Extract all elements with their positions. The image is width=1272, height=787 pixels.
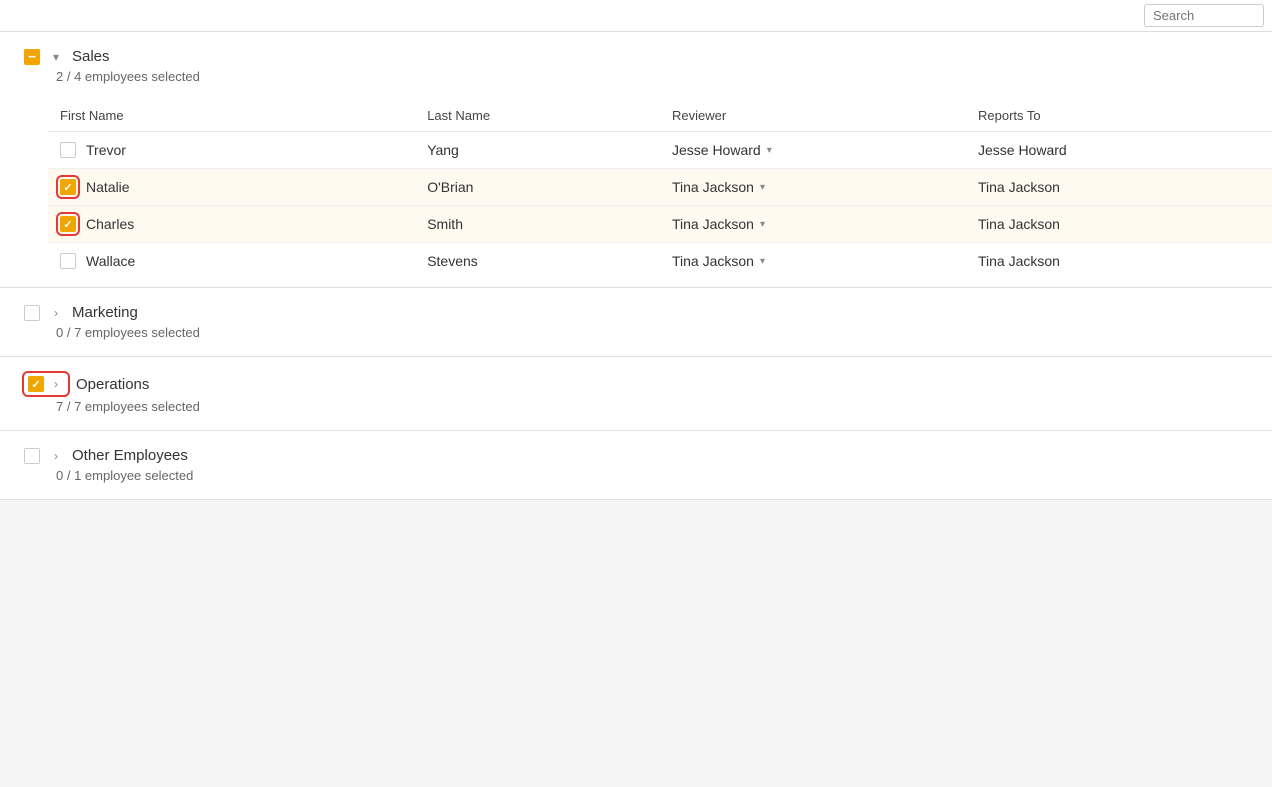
table-row: Wallace Stevens Tina Jackson ▾ Tina Jack… [48,243,1272,280]
marketing-subtitle: 0 / 7 employees selected [0,325,1272,356]
section-marketing: › Marketing 0 / 7 employees selected [0,288,1272,357]
other-chevron-icon[interactable]: › [48,448,64,464]
col-header-reviewer: Reviewer [660,100,966,132]
section-operations-header: › Operations [0,357,1272,399]
operations-checkbox[interactable] [28,376,44,392]
operations-title: Operations [76,376,149,393]
col-header-firstname: First Name [48,100,415,132]
section-sales-header: ▾ Sales [0,32,1272,69]
marketing-chevron-icon[interactable]: › [48,305,64,321]
employee-firstname-cell: Natalie [48,169,415,206]
employee-reportsto: Tina Jackson [966,243,1272,280]
employee-firstname: Natalie [86,179,130,195]
section-marketing-header: › Marketing [0,288,1272,325]
table-header-row: First Name Last Name Reviewer Reports To [48,100,1272,132]
employee-reviewer: Tina Jackson ▾ [660,206,966,243]
other-subtitle: 0 / 1 employee selected [0,468,1272,499]
employee-lastname: Stevens [415,243,660,280]
other-title: Other Employees [72,447,188,464]
employee-firstname-cell: Wallace [48,243,415,280]
trevor-checkbox[interactable] [60,142,76,158]
natalie-checkbox[interactable] [60,179,76,195]
employee-reportsto: Tina Jackson [966,169,1272,206]
sales-checkbox[interactable] [24,49,40,65]
col-header-reportsto: Reports To [966,100,1272,132]
other-checkbox[interactable] [24,448,40,464]
section-other-header: › Other Employees [0,431,1272,468]
marketing-checkbox[interactable] [24,305,40,321]
employee-lastname: Smith [415,206,660,243]
sales-chevron-icon[interactable]: ▾ [48,49,64,65]
employee-reviewer: Jesse Howard ▾ [660,132,966,169]
sales-subtitle: 2 / 4 employees selected [0,69,1272,100]
reviewer-dropdown-icon[interactable]: ▾ [760,182,765,193]
employee-reviewer: Tina Jackson ▾ [660,169,966,206]
employee-firstname: Charles [86,216,134,232]
search-input[interactable] [1144,4,1264,27]
reviewer-dropdown-icon[interactable]: ▾ [760,256,765,267]
page-container: ▾ Sales 2 / 4 employees selected First N… [0,0,1272,787]
operations-subtitle: 7 / 7 employees selected [0,399,1272,430]
sales-title: Sales [72,48,110,65]
employee-lastname: Yang [415,132,660,169]
sales-table: First Name Last Name Reviewer Reports To… [48,100,1272,279]
employee-lastname: O'Brian [415,169,660,206]
operations-chevron-icon[interactable]: › [48,376,64,392]
sales-table-wrapper: First Name Last Name Reviewer Reports To… [0,100,1272,279]
operations-highlight-group: › [24,373,68,395]
charles-checkbox[interactable] [60,216,76,232]
section-sales: ▾ Sales 2 / 4 employees selected First N… [0,32,1272,288]
employee-firstname-cell: Trevor [48,132,415,169]
employee-reportsto: Jesse Howard [966,132,1272,169]
reviewer-dropdown-icon[interactable]: ▾ [760,219,765,230]
section-other: › Other Employees 0 / 1 employee selecte… [0,431,1272,500]
col-header-lastname: Last Name [415,100,660,132]
section-operations: › Operations 7 / 7 employees selected [0,357,1272,431]
top-bar [0,0,1272,32]
table-row: Charles Smith Tina Jackson ▾ Tina Jackso… [48,206,1272,243]
employee-firstname: Wallace [86,253,135,269]
reviewer-dropdown-icon[interactable]: ▾ [767,145,772,156]
employee-firstname-cell: Charles [48,206,415,243]
marketing-title: Marketing [72,304,138,321]
table-row: Natalie O'Brian Tina Jackson ▾ Tina Jack… [48,169,1272,206]
employee-reportsto: Tina Jackson [966,206,1272,243]
employee-reviewer: Tina Jackson ▾ [660,243,966,280]
table-row: Trevor Yang Jesse Howard ▾ Jesse Howard [48,132,1272,169]
employee-firstname: Trevor [86,142,126,158]
wallace-checkbox[interactable] [60,253,76,269]
